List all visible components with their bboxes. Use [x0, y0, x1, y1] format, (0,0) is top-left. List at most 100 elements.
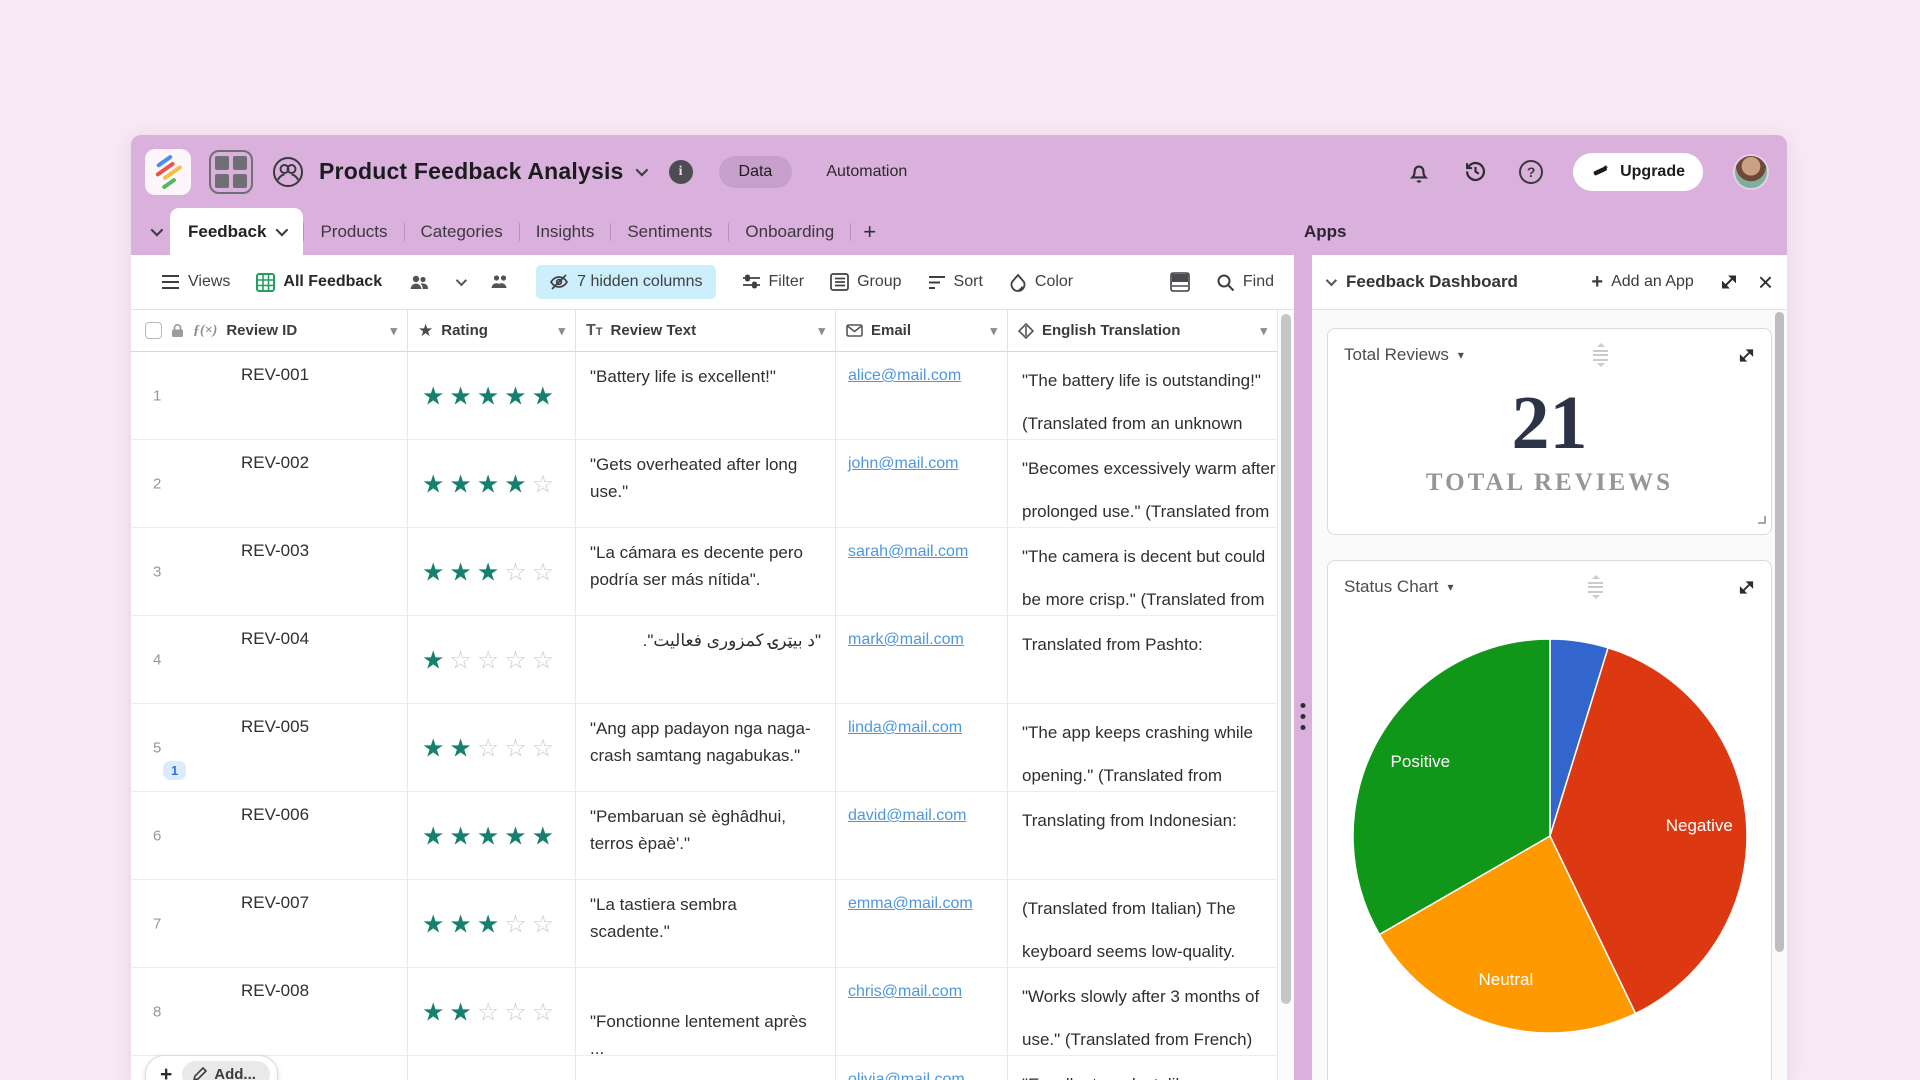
base-title-chevron-icon[interactable]: [635, 164, 648, 177]
email-cell[interactable]: john@mail.com: [836, 440, 1008, 527]
add-row-button[interactable]: + Add...: [145, 1055, 278, 1080]
close-apps-icon[interactable]: ×: [1758, 273, 1773, 291]
email-cell[interactable]: olivia@mail.com: [836, 1056, 1008, 1080]
data-nav-pill[interactable]: Data: [719, 156, 793, 188]
rating-cell[interactable]: ★★★★☆: [408, 440, 576, 527]
collapse-app-chevron-icon[interactable]: [1326, 275, 1337, 286]
column-dropdown-icon[interactable]: ▾: [390, 323, 397, 339]
rating-cell[interactable]: ★☆☆☆☆: [408, 616, 576, 703]
email-link[interactable]: mark@mail.com: [848, 631, 964, 648]
row-id-cell[interactable]: 7 REV-007: [131, 880, 408, 967]
column-dropdown-icon[interactable]: ▾: [990, 323, 997, 339]
widget-expand-icon[interactable]: [1738, 579, 1755, 596]
review-text-cell[interactable]: "Battery life is excellent!": [576, 352, 836, 439]
star-rating[interactable]: ★★☆☆☆: [422, 733, 559, 762]
apps-grid-icon[interactable]: [209, 150, 253, 194]
find-button[interactable]: Find: [1216, 273, 1274, 292]
row-id-cell[interactable]: 3 REV-003: [131, 528, 408, 615]
rating-cell[interactable]: ★★★☆☆: [408, 528, 576, 615]
widget-expand-icon[interactable]: [1738, 347, 1755, 364]
row-id-cell[interactable]: 8 REV-008: [131, 968, 408, 1055]
rating-cell[interactable]: ★★☆☆☆: [408, 704, 576, 791]
star-rating[interactable]: ★☆☆☆☆: [422, 645, 559, 674]
translation-cell[interactable]: Translating from Indonesian:: [1008, 792, 1277, 879]
email-cell[interactable]: emma@mail.com: [836, 880, 1008, 967]
review-text-cell[interactable]: "Fonctionne lentement après ...: [576, 968, 836, 1055]
tab-onboarding[interactable]: Onboarding: [729, 222, 850, 242]
email-link[interactable]: david@mail.com: [848, 807, 967, 824]
info-icon[interactable]: i: [669, 160, 693, 184]
automation-nav[interactable]: Automation: [826, 163, 907, 181]
star-rating[interactable]: ★★☆☆☆: [422, 997, 559, 1026]
divider-drag-dots[interactable]: [1301, 703, 1306, 730]
share-view-icon[interactable]: [490, 274, 510, 290]
review-text-cell[interactable]: "Pembaruan sè èghâdhui, terros èpaè'.": [576, 792, 836, 879]
star-rating[interactable]: ★★★★★: [422, 381, 559, 410]
total-reviews-widget-menu[interactable]: Total Reviews▾: [1344, 345, 1464, 365]
history-icon[interactable]: [1462, 158, 1489, 185]
translation-cell[interactable]: "Works slowly after 3 months ofuse." (Tr…: [1008, 968, 1277, 1055]
stackby-logo[interactable]: [145, 149, 191, 195]
upgrade-button[interactable]: Upgrade: [1573, 153, 1703, 191]
table-row[interactable]: 2 REV-002 ★★★★☆ "Gets overheated after l…: [131, 440, 1277, 528]
add-table-button[interactable]: +: [851, 219, 888, 245]
translation-cell[interactable]: Translated from Pashto:: [1008, 616, 1277, 703]
table-row[interactable]: 9 olivia@mail.com "Excellent product, li…: [131, 1056, 1277, 1080]
table-row[interactable]: 7 REV-007 ★★★☆☆ "La tastiera sembra scad…: [131, 880, 1277, 968]
column-header-review-id[interactable]: Review ID: [226, 322, 297, 339]
widget-resize-handle[interactable]: [1755, 512, 1767, 530]
rating-cell[interactable]: ★★★☆☆: [408, 880, 576, 967]
tab-feedback-active[interactable]: Feedback: [170, 208, 303, 255]
row-height-button[interactable]: [1170, 272, 1190, 292]
grid-scrollbar-thumb[interactable]: [1281, 314, 1291, 1004]
members-icon[interactable]: [271, 155, 305, 189]
status-chart-widget-menu[interactable]: Status Chart▾: [1344, 577, 1454, 597]
table-row[interactable]: 4 REV-004 ★☆☆☆☆ "د بيټرۍ کمزوری فعالیت".…: [131, 616, 1277, 704]
notifications-bell-icon[interactable]: [1406, 159, 1432, 185]
column-header-english-translation[interactable]: English Translation: [1042, 322, 1180, 339]
group-button[interactable]: Group: [830, 273, 901, 291]
widget-drag-handle[interactable]: [1593, 343, 1608, 367]
row-id-cell[interactable]: 6 REV-006: [131, 792, 408, 879]
table-row[interactable]: 8 REV-008 ★★☆☆☆ "Fonctionne lentement ap…: [131, 968, 1277, 1056]
tab-sentiments[interactable]: Sentiments: [611, 222, 728, 242]
column-dropdown-icon[interactable]: ▾: [1260, 323, 1267, 339]
column-header-rating[interactable]: Rating: [441, 322, 488, 339]
view-name-button[interactable]: All Feedback: [256, 273, 382, 292]
email-link[interactable]: olivia@mail.com: [848, 1071, 965, 1080]
view-dropdown-chevron-icon[interactable]: [456, 275, 467, 286]
translation-cell[interactable]: "The camera is decent but couldbe more c…: [1008, 528, 1277, 615]
column-dropdown-icon[interactable]: ▾: [558, 323, 565, 339]
email-link[interactable]: john@mail.com: [848, 455, 959, 472]
apps-scrollbar-thumb[interactable]: [1775, 312, 1784, 952]
star-rating[interactable]: ★★★☆☆: [422, 557, 559, 586]
row-id-cell[interactable]: 2 REV-002: [131, 440, 408, 527]
color-button[interactable]: Color: [1009, 273, 1073, 292]
column-dropdown-icon[interactable]: ▾: [818, 323, 825, 339]
user-avatar[interactable]: [1733, 154, 1769, 190]
add-an-app-button[interactable]: +Add an App: [1591, 271, 1693, 294]
email-link[interactable]: chris@mail.com: [848, 983, 962, 1000]
tab-categories[interactable]: Categories: [405, 222, 519, 242]
review-text-cell[interactable]: "Ang app padayon nga naga-crash samtang …: [576, 704, 836, 791]
email-link[interactable]: linda@mail.com: [848, 719, 962, 736]
views-button[interactable]: Views: [161, 273, 230, 291]
rating-cell[interactable]: ★★★★★: [408, 792, 576, 879]
expand-app-icon[interactable]: [1720, 273, 1738, 291]
row-id-cell[interactable]: 1 REV-001: [131, 352, 408, 439]
email-link[interactable]: sarah@mail.com: [848, 543, 968, 560]
widget-drag-handle[interactable]: [1588, 575, 1603, 599]
select-all-checkbox[interactable]: [145, 322, 162, 339]
email-link[interactable]: emma@mail.com: [848, 895, 973, 912]
sort-button[interactable]: Sort: [928, 273, 983, 291]
table-row[interactable]: 3 REV-003 ★★★☆☆ "La cámara es decente pe…: [131, 528, 1277, 616]
review-text-cell[interactable]: "د بيټرۍ کمزوری فعالیت".: [576, 616, 836, 703]
translation-cell[interactable]: "Becomes excessively warm afterprolonged…: [1008, 440, 1277, 527]
review-text-cell[interactable]: "La cámara es decente pero podría ser má…: [576, 528, 836, 615]
table-row[interactable]: 1 REV-001 ★★★★★ "Battery life is excelle…: [131, 352, 1277, 440]
hidden-columns-chip[interactable]: 7 hidden columns: [536, 265, 715, 299]
column-header-review-text[interactable]: Review Text: [611, 322, 697, 339]
help-icon[interactable]: ?: [1519, 160, 1543, 184]
tab-insights[interactable]: Insights: [520, 222, 611, 242]
email-cell[interactable]: david@mail.com: [836, 792, 1008, 879]
